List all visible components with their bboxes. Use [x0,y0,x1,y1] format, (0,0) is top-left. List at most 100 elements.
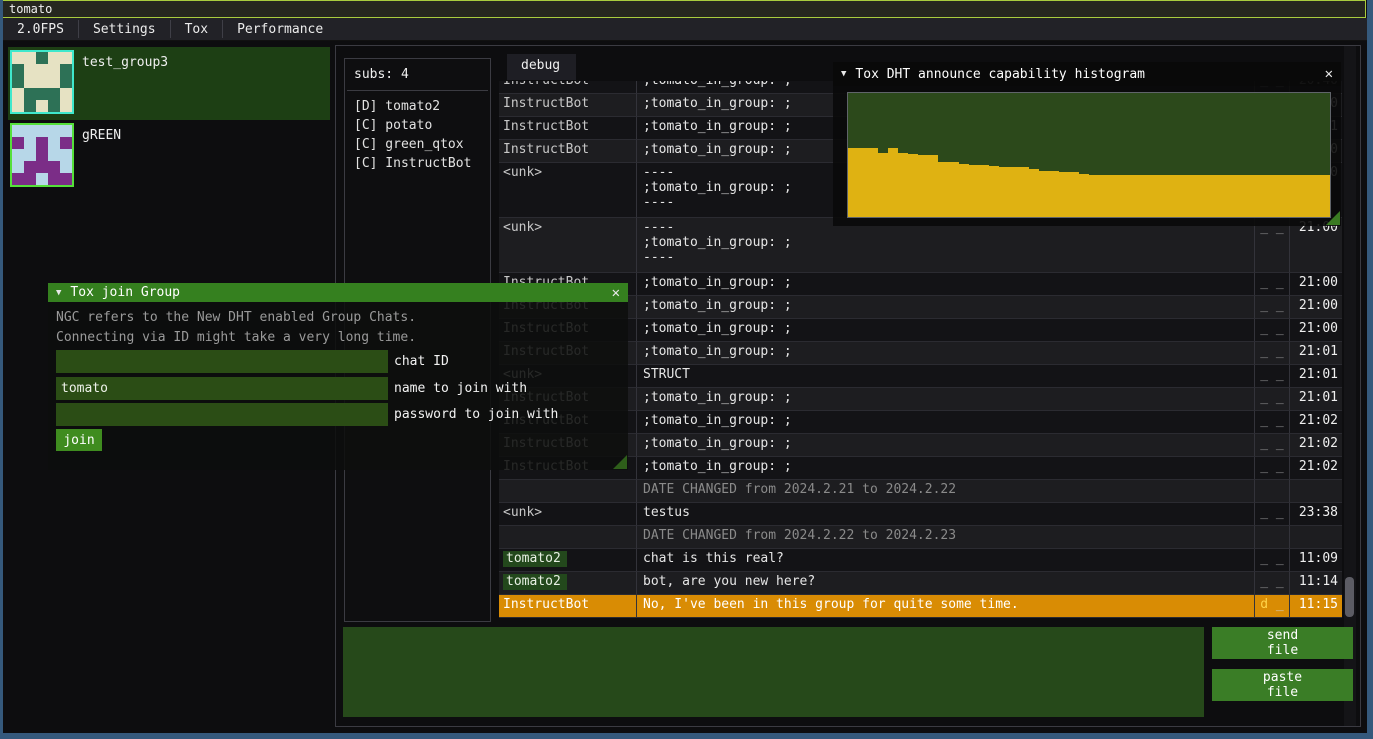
collapse-icon[interactable]: ▼ [56,288,61,298]
message-input[interactable] [343,627,1204,717]
histogram-bin [1250,175,1260,217]
join-desc-line2: Connecting via ID might take a very long… [56,330,416,345]
message-author[interactable]: tomato2 [503,574,567,590]
message-timestamp: 11:15 [1289,595,1342,618]
message-receipt [1254,480,1289,503]
avatar-pixel [24,161,36,173]
message-text: bot, are you new here? [636,572,1254,595]
message-author[interactable]: tomato2 [503,551,567,567]
avatar-pixel [24,52,36,64]
message-receipt: _ _ [1254,273,1289,296]
paste-file-button[interactable]: paste file [1212,669,1353,701]
message-text: testus [636,503,1254,526]
message-author-cell: <unk> [499,163,636,218]
avatar-pixel [60,161,72,173]
close-icon[interactable]: ✕ [1325,66,1333,82]
message-timestamp: 21:01 [1289,365,1342,388]
histogram-bin [1039,171,1049,217]
collapse-icon[interactable]: ▼ [841,69,846,79]
chat-outer-scrollbar[interactable] [1345,577,1354,617]
histogram-bin [1300,175,1310,217]
histogram-bin [1310,175,1320,217]
histogram-window: ▼ Tox DHT announce capability histogram … [833,62,1341,226]
avatar-pixel [36,125,48,137]
histogram-bin [938,162,948,217]
avatar-pixel [24,125,36,137]
histogram-bin [1119,175,1129,217]
sidebar-group-test_group3[interactable]: test_group3 [8,47,330,120]
message-receipt: _ _ [1254,296,1289,319]
chat-message-row[interactable]: InstructBotNo, I've been in this group f… [499,595,1342,618]
avatar-pixel [12,173,24,185]
tab-debug[interactable]: debug [507,54,576,80]
message-receipt: _ _ [1254,365,1289,388]
sidebar-group-gREEN[interactable]: gREEN [8,120,330,193]
message-timestamp: 21:02 [1289,434,1342,457]
message-text: ;tomato_in_group: ; [636,273,1254,296]
chat-id-label: chat ID [394,354,449,369]
window-titlebar[interactable]: tomato [2,0,1366,18]
histogram-bin [868,148,878,217]
histogram-bin [1280,175,1290,217]
message-text: chat is this real? [636,549,1254,572]
resize-grip[interactable] [613,455,627,469]
chat-message-row[interactable]: tomato2chat is this real?_ _11:09 [499,549,1342,572]
subs-header: subs: 4 [345,59,490,82]
message-text: ;tomato_in_group: ; [636,457,1254,480]
avatar-pixel [60,125,72,137]
message-text: ;tomato_in_group: ; [636,319,1254,342]
message-receipt: _ _ [1254,434,1289,457]
join-button[interactable]: join [56,429,102,451]
chat-outer-scrollbar-track[interactable] [1344,46,1356,726]
histogram-bin [1260,175,1270,217]
avatar-pixel [60,100,72,112]
resize-grip[interactable] [1326,211,1340,225]
join-group-titlebar[interactable]: ▼ Tox join Group ✕ [48,283,628,302]
member-list-item[interactable]: [C] potato [345,116,490,135]
avatar-pixel [36,137,48,149]
chat-message-row[interactable]: tomato2bot, are you new here?_ _11:14 [499,572,1342,595]
message-receipt: _ _ [1254,572,1289,595]
histogram-bin [1230,175,1240,217]
join-name-field[interactable] [56,377,388,400]
avatar-pixel [24,100,36,112]
chat-message-row[interactable]: DATE CHANGED from 2024.2.22 to 2024.2.23 [499,526,1342,549]
avatar-pixel [12,137,24,149]
chat-message-row[interactable]: DATE CHANGED from 2024.2.21 to 2024.2.22 [499,480,1342,503]
message-author-cell [499,526,636,549]
group-avatar [10,123,74,187]
message-text: ---- ;tomato_in_group: ; ---- [636,218,1254,273]
member-list: [D] tomato2[C] potato[C] green_qtox[C] I… [345,97,490,173]
close-icon[interactable]: ✕ [612,285,620,301]
message-timestamp: 21:00 [1289,218,1342,273]
menu-item-performance[interactable]: Performance [223,18,337,40]
message-receipt: d _ [1254,595,1289,618]
message-receipt: _ _ [1254,457,1289,480]
send-file-button[interactable]: send file [1212,627,1353,659]
avatar-pixel [12,100,24,112]
member-list-item[interactable]: [C] green_qtox [345,135,490,154]
avatar-pixel [24,149,36,161]
histogram-bin [1009,167,1019,217]
join-password-field[interactable] [56,403,388,426]
menu-item-tox[interactable]: Tox [171,18,222,40]
member-list-item[interactable]: [D] tomato2 [345,97,490,116]
chat-message-row[interactable]: <unk>---- ;tomato_in_group: ; ----_ _21:… [499,218,1342,273]
histogram-bin [1139,175,1149,217]
chat-id-field[interactable] [56,350,388,373]
menu-item-settings[interactable]: Settings [79,18,170,40]
histogram-bin [928,155,938,217]
histogram-bin [1270,175,1280,217]
menu-bar: 2.0FPSSettingsToxPerformance [3,18,1367,41]
message-author-cell: InstructBot [499,595,636,618]
histogram-titlebar[interactable]: ▼ Tox DHT announce capability histogram … [833,62,1341,86]
member-list-item[interactable]: [C] InstructBot [345,154,490,173]
histogram-bin [1220,175,1230,217]
chat-message-row[interactable]: <unk>testus_ _23:38 [499,503,1342,526]
message-timestamp [1289,526,1342,549]
avatar-pixel [48,161,60,173]
message-timestamp: 21:00 [1289,319,1342,342]
histogram-bin [908,154,918,217]
message-receipt: _ _ [1254,411,1289,434]
histogram-bin [948,162,958,217]
